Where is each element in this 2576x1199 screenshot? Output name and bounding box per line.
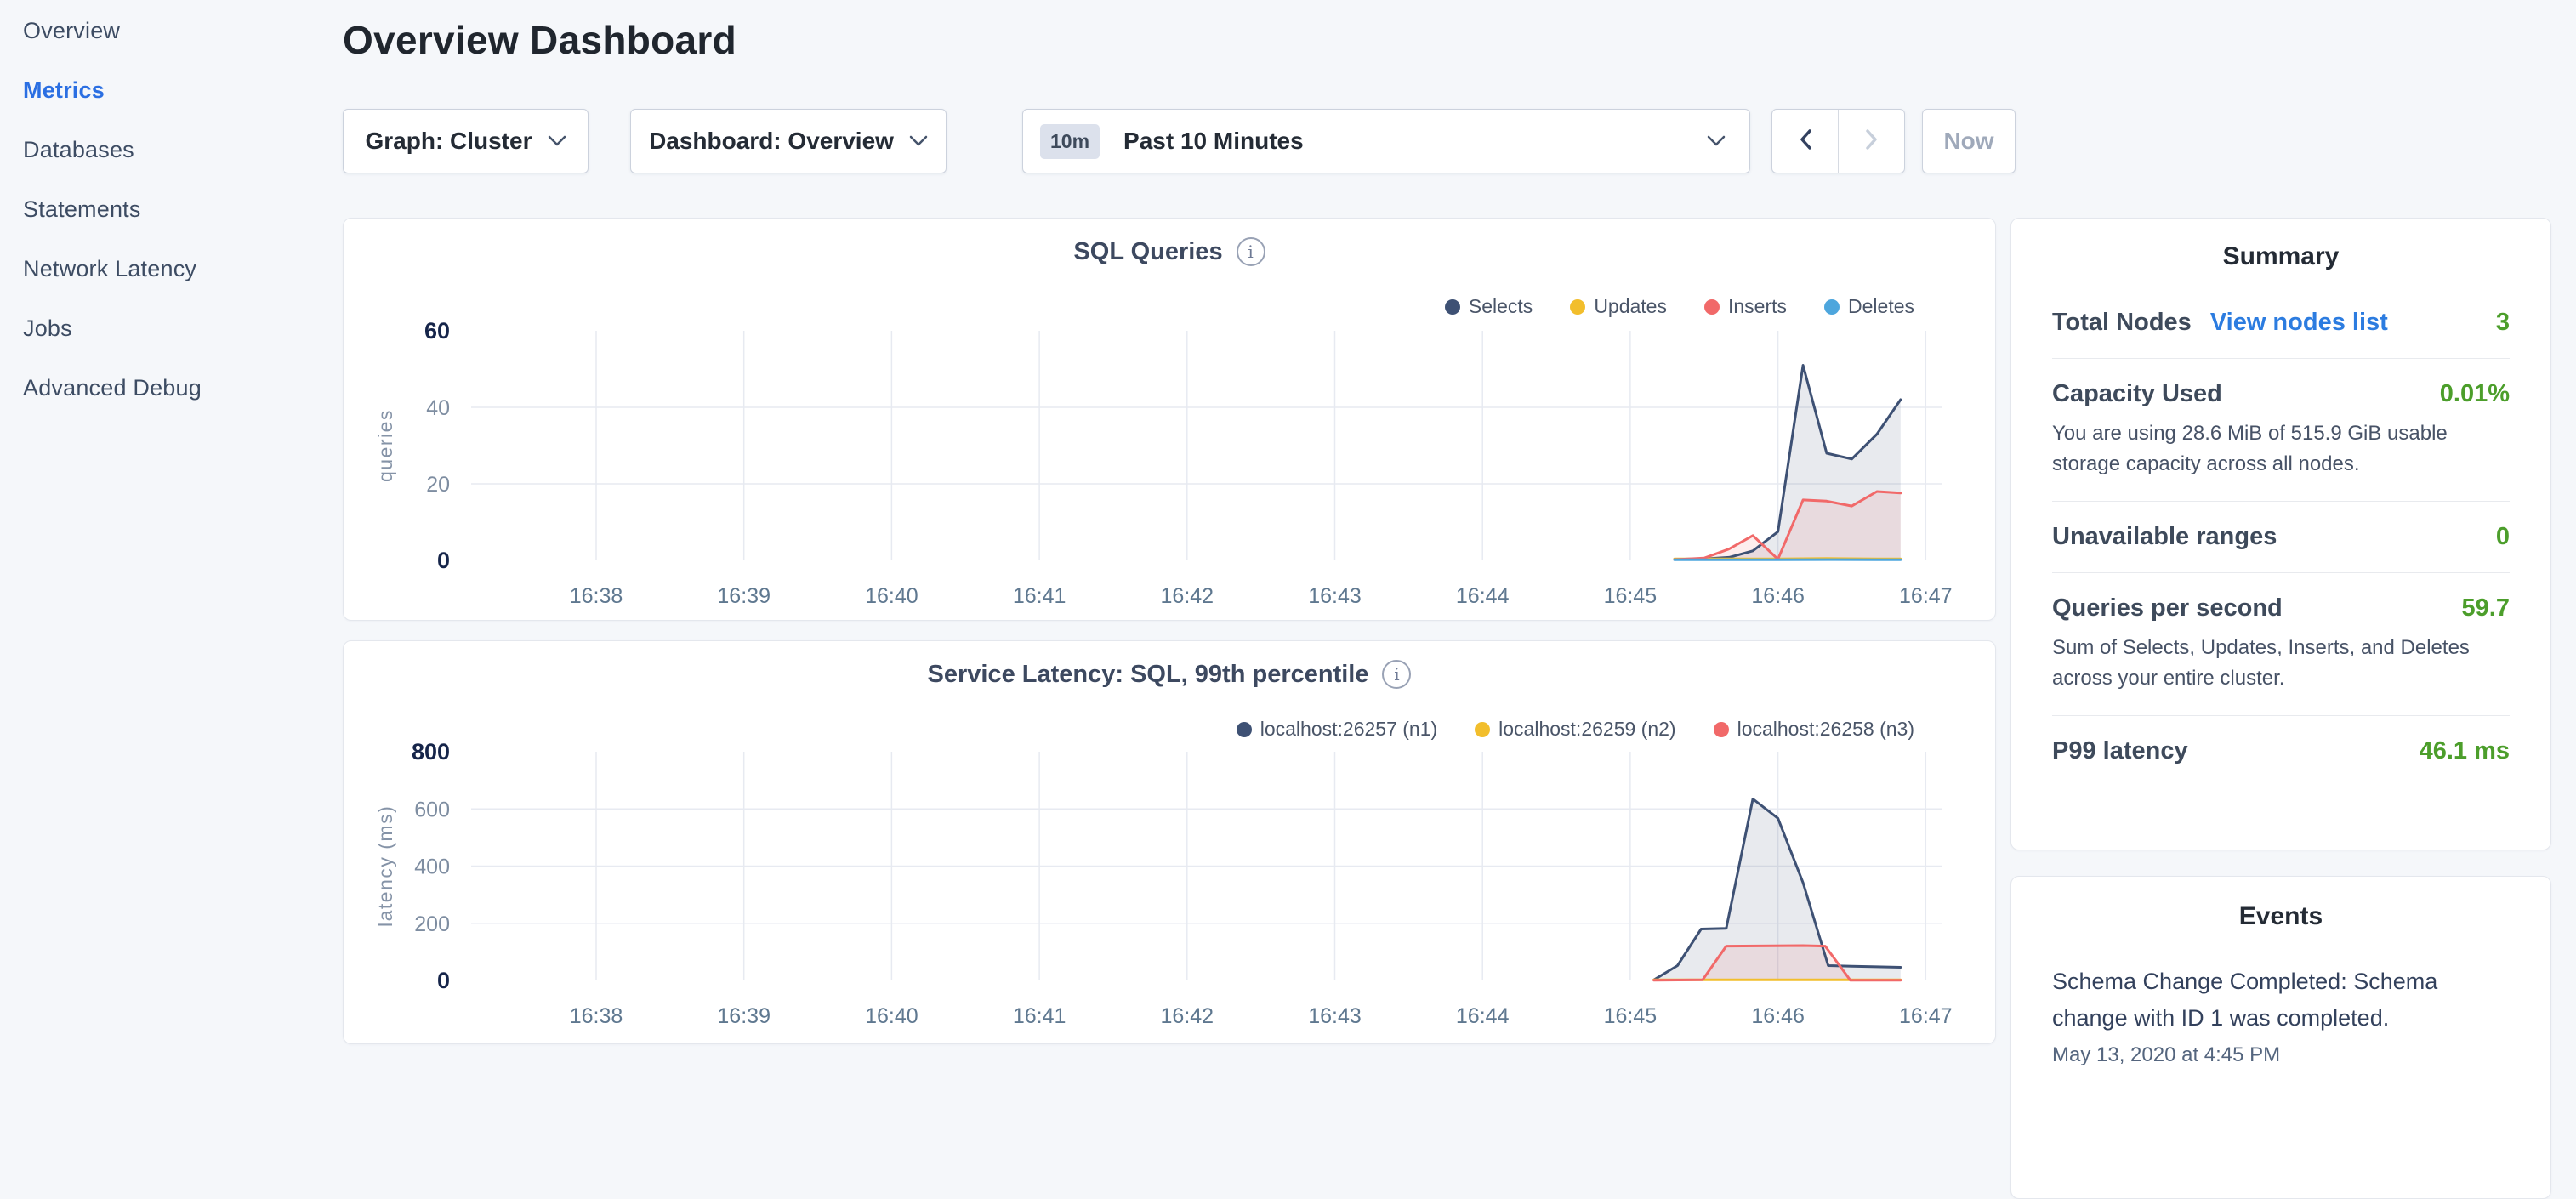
divider bbox=[2052, 501, 2510, 502]
svg-text:16:44: 16:44 bbox=[1456, 1004, 1510, 1028]
event-message: Schema Change Completed: Schema change w… bbox=[2052, 963, 2460, 1037]
summary-row-queries-per-second: Queries per second 59.7 bbox=[2052, 594, 2510, 622]
p99-latency-value: 46.1 ms bbox=[2420, 737, 2510, 765]
capacity-used-description: You are using 28.6 MiB of 515.9 GiB usab… bbox=[2052, 418, 2510, 480]
sql-queries-chart[interactable]: 0 20 40 60 16:38 16:39 16:40 16:41 16:42 16:43 16:… bbox=[344, 219, 1995, 620]
time-step-buttons bbox=[1771, 109, 1905, 173]
sidebar-item-jobs[interactable]: Jobs bbox=[23, 316, 329, 340]
divider bbox=[2052, 715, 2510, 716]
chevron-right-icon bbox=[1864, 128, 1879, 156]
now-button[interactable]: Now bbox=[1922, 109, 2016, 173]
sql-queries-chart-card: SQL Queries i SelectsUpdatesInsertsDelet… bbox=[343, 218, 1996, 621]
svg-text:0: 0 bbox=[437, 968, 450, 993]
sidebar-item-overview[interactable]: Overview bbox=[23, 19, 329, 43]
time-step-back-button[interactable] bbox=[1772, 110, 1838, 173]
time-step-forward-button[interactable] bbox=[1838, 110, 1904, 173]
chevron-down-icon bbox=[909, 135, 928, 147]
dashboard-dropdown[interactable]: Dashboard: Overview bbox=[630, 109, 947, 173]
svg-text:200: 200 bbox=[414, 912, 450, 936]
svg-text:16:43: 16:43 bbox=[1308, 1004, 1362, 1028]
events-title: Events bbox=[2052, 902, 2510, 931]
svg-text:16:40: 16:40 bbox=[865, 584, 918, 608]
svg-text:16:41: 16:41 bbox=[1013, 1004, 1066, 1028]
summary-row-capacity-used: Capacity Used 0.01% bbox=[2052, 380, 2510, 408]
svg-text:16:42: 16:42 bbox=[1161, 1004, 1214, 1028]
svg-text:20: 20 bbox=[426, 473, 450, 497]
chevron-down-icon bbox=[1707, 135, 1726, 147]
now-button-label: Now bbox=[1943, 128, 1993, 155]
svg-text:16:43: 16:43 bbox=[1308, 584, 1362, 608]
total-nodes-value: 3 bbox=[2496, 309, 2510, 337]
sidebar-item-statements[interactable]: Statements bbox=[23, 197, 329, 221]
time-window-label: Past 10 Minutes bbox=[1123, 128, 1692, 155]
svg-text:16:45: 16:45 bbox=[1604, 1004, 1658, 1028]
svg-text:16:41: 16:41 bbox=[1013, 584, 1066, 608]
summary-panel: Summary Total Nodes View nodes list 3 Ca… bbox=[2010, 218, 2551, 850]
svg-text:16:38: 16:38 bbox=[570, 584, 623, 608]
page-title: Overview Dashboard bbox=[343, 17, 736, 63]
total-nodes-label: Total Nodes bbox=[2052, 309, 2192, 337]
sidebar-item-advanced-debug[interactable]: Advanced Debug bbox=[23, 376, 329, 400]
svg-text:40: 40 bbox=[426, 396, 450, 420]
capacity-used-label: Capacity Used bbox=[2052, 380, 2222, 408]
svg-text:16:39: 16:39 bbox=[717, 1004, 771, 1028]
queries-per-second-description: Sum of Selects, Updates, Inserts, and De… bbox=[2052, 633, 2510, 694]
summary-title: Summary bbox=[2052, 242, 2510, 271]
dashboard-controls: Graph: Cluster Dashboard: Overview 10m P… bbox=[343, 109, 2016, 173]
svg-text:16:42: 16:42 bbox=[1161, 584, 1214, 608]
sidebar: Overview Metrics Databases Statements Ne… bbox=[23, 19, 329, 435]
svg-text:600: 600 bbox=[414, 798, 450, 821]
service-latency-chart[interactable]: 0 200 400 600 800 16:38 16:39 16:40 16:41 16:42 16… bbox=[344, 641, 1995, 1043]
chevron-down-icon bbox=[548, 135, 566, 147]
time-window-badge: 10m bbox=[1040, 124, 1100, 159]
unavailable-ranges-label: Unavailable ranges bbox=[2052, 523, 2277, 551]
svg-text:60: 60 bbox=[424, 318, 450, 344]
event-timestamp: May 13, 2020 at 4:45 PM bbox=[2052, 1043, 2510, 1067]
divider bbox=[2052, 572, 2510, 573]
svg-text:16:47: 16:47 bbox=[1899, 1004, 1953, 1028]
svg-text:16:45: 16:45 bbox=[1604, 584, 1658, 608]
event-list-item: Schema Change Completed: Schema change w… bbox=[2052, 963, 2510, 1067]
queries-per-second-label: Queries per second bbox=[2052, 594, 2283, 622]
unavailable-ranges-value: 0 bbox=[2496, 523, 2510, 551]
sidebar-item-metrics[interactable]: Metrics bbox=[23, 78, 329, 102]
sidebar-item-databases[interactable]: Databases bbox=[23, 138, 329, 162]
sidebar-item-network-latency[interactable]: Network Latency bbox=[23, 257, 329, 281]
svg-text:16:46: 16:46 bbox=[1751, 1004, 1805, 1028]
svg-text:16:39: 16:39 bbox=[717, 584, 771, 608]
view-nodes-list-link[interactable]: View nodes list bbox=[2210, 309, 2388, 337]
graph-scope-dropdown-label: Graph: Cluster bbox=[365, 128, 532, 155]
summary-row-total-nodes: Total Nodes View nodes list 3 bbox=[2052, 309, 2510, 337]
graph-scope-dropdown[interactable]: Graph: Cluster bbox=[343, 109, 589, 173]
queries-per-second-value: 59.7 bbox=[2462, 594, 2510, 622]
divider bbox=[2052, 358, 2510, 359]
svg-text:400: 400 bbox=[414, 855, 450, 879]
svg-text:16:46: 16:46 bbox=[1751, 584, 1805, 608]
svg-text:800: 800 bbox=[412, 739, 450, 764]
dashboard-dropdown-label: Dashboard: Overview bbox=[649, 128, 894, 155]
capacity-used-value: 0.01% bbox=[2440, 380, 2510, 408]
chevron-left-icon bbox=[1798, 128, 1813, 156]
svg-text:16:38: 16:38 bbox=[570, 1004, 623, 1028]
summary-row-p99-latency: P99 latency 46.1 ms bbox=[2052, 737, 2510, 765]
svg-text:16:47: 16:47 bbox=[1899, 584, 1953, 608]
service-latency-chart-card: Service Latency: SQL, 99th percentile i … bbox=[343, 640, 1996, 1044]
svg-text:0: 0 bbox=[437, 548, 450, 573]
svg-text:16:44: 16:44 bbox=[1456, 584, 1510, 608]
p99-latency-label: P99 latency bbox=[2052, 737, 2188, 765]
summary-row-unavailable-ranges: Unavailable ranges 0 bbox=[2052, 523, 2510, 551]
events-panel: Events Schema Change Completed: Schema c… bbox=[2010, 876, 2551, 1199]
time-range-selector[interactable]: 10m Past 10 Minutes bbox=[1022, 109, 1750, 173]
svg-text:16:40: 16:40 bbox=[865, 1004, 918, 1028]
